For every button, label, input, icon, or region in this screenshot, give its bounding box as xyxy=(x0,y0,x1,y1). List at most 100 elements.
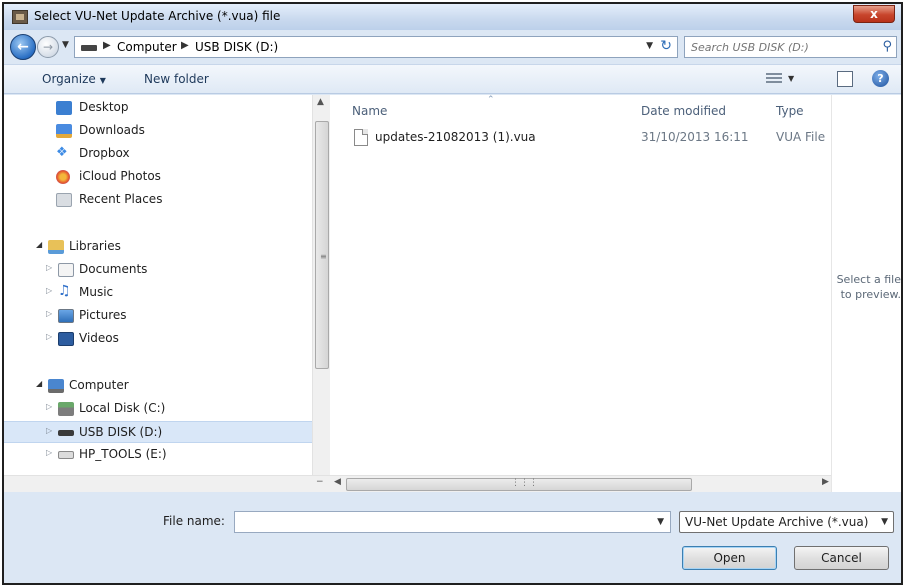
recent-places-icon xyxy=(56,193,72,207)
grip-icon: ⋮⋮⋮ xyxy=(511,478,538,488)
sort-ascending-icon: ⌃ xyxy=(487,95,495,105)
organize-label: Organize xyxy=(42,72,96,86)
expanded-arrow-icon[interactable]: ◢ xyxy=(36,240,42,249)
search-input[interactable] xyxy=(685,37,870,57)
usb-disk-icon xyxy=(58,430,74,436)
nav-item-label: Libraries xyxy=(69,239,121,253)
breadcrumb-computer[interactable]: Computer xyxy=(117,40,177,54)
documents-icon xyxy=(58,263,74,277)
expanded-arrow-icon[interactable]: ◢ xyxy=(36,379,42,388)
nav-item-computer[interactable]: ◢ Computer xyxy=(4,375,312,397)
nav-item-local-disk-c[interactable]: ▷ Local Disk (C:) xyxy=(4,398,312,420)
collapsed-arrow-icon[interactable]: ▷ xyxy=(46,332,52,341)
nav-item-label: USB DISK (D:) xyxy=(79,425,163,439)
file-row[interactable]: updates-21082013 (1).vua 31/10/2013 16:1… xyxy=(348,127,828,149)
nav-item-videos[interactable]: ▷ Videos xyxy=(4,328,312,350)
dropbox-icon: ❖ xyxy=(56,145,68,160)
nav-item-icloud-photos[interactable]: iCloud Photos xyxy=(4,166,312,188)
nav-item-label: Music xyxy=(79,285,114,299)
collapsed-arrow-icon[interactable]: ▷ xyxy=(46,426,52,435)
refresh-icon[interactable]: ↻ xyxy=(660,38,672,54)
collapsed-arrow-icon[interactable]: ▷ xyxy=(46,286,52,295)
nav-item-pictures[interactable]: ▷ Pictures xyxy=(4,305,312,327)
nav-item-label: Documents xyxy=(79,262,148,276)
file-icon xyxy=(354,129,368,146)
breadcrumb-separator-icon[interactable]: ▶ xyxy=(103,40,111,51)
horizontal-scrollbar[interactable]: − ◀ ⋮⋮⋮ ▶ xyxy=(4,475,831,492)
nav-item-label: HP_TOOLS (E:) xyxy=(79,447,167,461)
organize-button[interactable]: Organize ▼ xyxy=(42,72,106,86)
app-icon xyxy=(12,10,28,24)
chevron-down-icon[interactable]: ▼ xyxy=(788,74,794,83)
forward-button[interactable]: → xyxy=(37,36,59,58)
file-name-input[interactable] xyxy=(235,512,645,532)
dialog-footer: File name: ▼ VU-Net Update Archive (*.vu… xyxy=(4,492,901,583)
chevron-down-icon[interactable]: ▼ xyxy=(646,41,653,51)
search-box[interactable]: ⚲ xyxy=(684,36,897,58)
icloud-photos-icon xyxy=(56,170,70,184)
open-button[interactable]: Open xyxy=(682,546,777,570)
music-icon: ♫ xyxy=(58,283,71,299)
chevron-down-icon: ▼ xyxy=(99,76,106,85)
recent-locations-dropdown[interactable]: ▼ xyxy=(62,40,69,50)
scrollbar-thumb[interactable]: ≡ xyxy=(315,121,329,369)
close-button[interactable]: x xyxy=(853,5,895,23)
breadcrumb-usb-disk[interactable]: USB DISK (D:) xyxy=(195,40,278,54)
drive-icon xyxy=(81,45,97,51)
scrollbar-thumb[interactable]: ⋮⋮⋮ xyxy=(346,478,692,491)
file-name-combobox[interactable]: ▼ xyxy=(234,511,671,533)
file-date: 31/10/2013 16:11 xyxy=(641,130,749,144)
new-folder-button[interactable]: New folder xyxy=(144,72,209,86)
navigation-pane: Desktop Downloads ❖ Dropbox iCloud Photo… xyxy=(4,95,330,492)
nav-item-recent-places[interactable]: Recent Places xyxy=(4,189,312,211)
back-button[interactable]: ← xyxy=(10,34,36,60)
nav-item-label: Local Disk (C:) xyxy=(79,401,166,415)
view-options-icon[interactable] xyxy=(766,71,782,85)
scroll-right-icon[interactable]: ▶ xyxy=(822,477,829,487)
collapsed-arrow-icon[interactable]: ▷ xyxy=(46,309,52,318)
cancel-button[interactable]: Cancel xyxy=(794,546,889,570)
nav-item-music[interactable]: ▷ ♫ Music xyxy=(4,282,312,304)
nav-item-dropbox[interactable]: ❖ Dropbox xyxy=(4,143,312,165)
column-header-type[interactable]: Type xyxy=(776,104,804,118)
nav-item-downloads[interactable]: Downloads xyxy=(4,120,312,142)
scroll-up-icon[interactable]: ▲ xyxy=(317,97,324,107)
file-dialog: Select VU-Net Update Archive (*.vua) fil… xyxy=(2,2,903,585)
computer-icon xyxy=(48,379,64,393)
collapsed-arrow-icon[interactable]: ▷ xyxy=(46,402,52,411)
collapsed-arrow-icon[interactable]: ▷ xyxy=(46,448,52,457)
nav-item-label: Pictures xyxy=(79,308,127,322)
nav-item-desktop[interactable]: Desktop xyxy=(4,97,312,119)
scroll-left-icon[interactable]: ◀ xyxy=(334,477,341,487)
nav-item-libraries[interactable]: ◢ Libraries xyxy=(4,236,312,258)
videos-icon xyxy=(58,332,74,346)
nav-item-usb-disk-d[interactable]: ▷ USB DISK (D:) xyxy=(4,421,312,443)
address-bar[interactable]: ▶ Computer ▶ USB DISK (D:) ▼ ↻ xyxy=(74,36,678,58)
main-area: Desktop Downloads ❖ Dropbox iCloud Photo… xyxy=(4,95,901,492)
scroll-left-icon[interactable]: − xyxy=(316,477,324,487)
preview-pane-icon[interactable] xyxy=(837,71,853,87)
nav-item-hp-tools-e[interactable]: ▷ HP_TOOLS (E:) xyxy=(4,444,312,466)
nav-item-label: Dropbox xyxy=(79,146,130,160)
pictures-icon xyxy=(58,309,74,323)
collapsed-arrow-icon[interactable]: ▷ xyxy=(46,263,52,272)
navigation-scrollbar[interactable]: ▲ ≡ xyxy=(312,95,330,492)
chevron-down-icon: ▼ xyxy=(881,517,888,527)
file-type-select[interactable]: VU-Net Update Archive (*.vua) ▼ xyxy=(679,511,894,533)
file-type-value: VU-Net Update Archive (*.vua) xyxy=(685,515,869,529)
address-row: ← → ▼ ▶ Computer ▶ USB DISK (D:) ▼ ↻ ⚲ xyxy=(4,30,901,64)
column-header-date-modified[interactable]: Date modified xyxy=(641,104,726,118)
desktop-icon xyxy=(56,101,72,115)
column-header-name[interactable]: Name xyxy=(352,104,387,118)
title-bar: Select VU-Net Update Archive (*.vua) fil… xyxy=(4,4,901,30)
grip-icon: ≡ xyxy=(320,252,327,261)
nav-item-label: Recent Places xyxy=(79,192,163,206)
nav-item-documents[interactable]: ▷ Documents xyxy=(4,259,312,281)
chevron-down-icon[interactable]: ▼ xyxy=(657,517,664,527)
help-icon[interactable]: ? xyxy=(872,70,889,87)
preview-pane: Select a file to preview. xyxy=(831,95,901,492)
breadcrumb-separator-icon[interactable]: ▶ xyxy=(181,40,189,51)
search-icon[interactable]: ⚲ xyxy=(882,39,892,54)
downloads-icon xyxy=(56,124,72,138)
window-title: Select VU-Net Update Archive (*.vua) fil… xyxy=(34,9,281,23)
